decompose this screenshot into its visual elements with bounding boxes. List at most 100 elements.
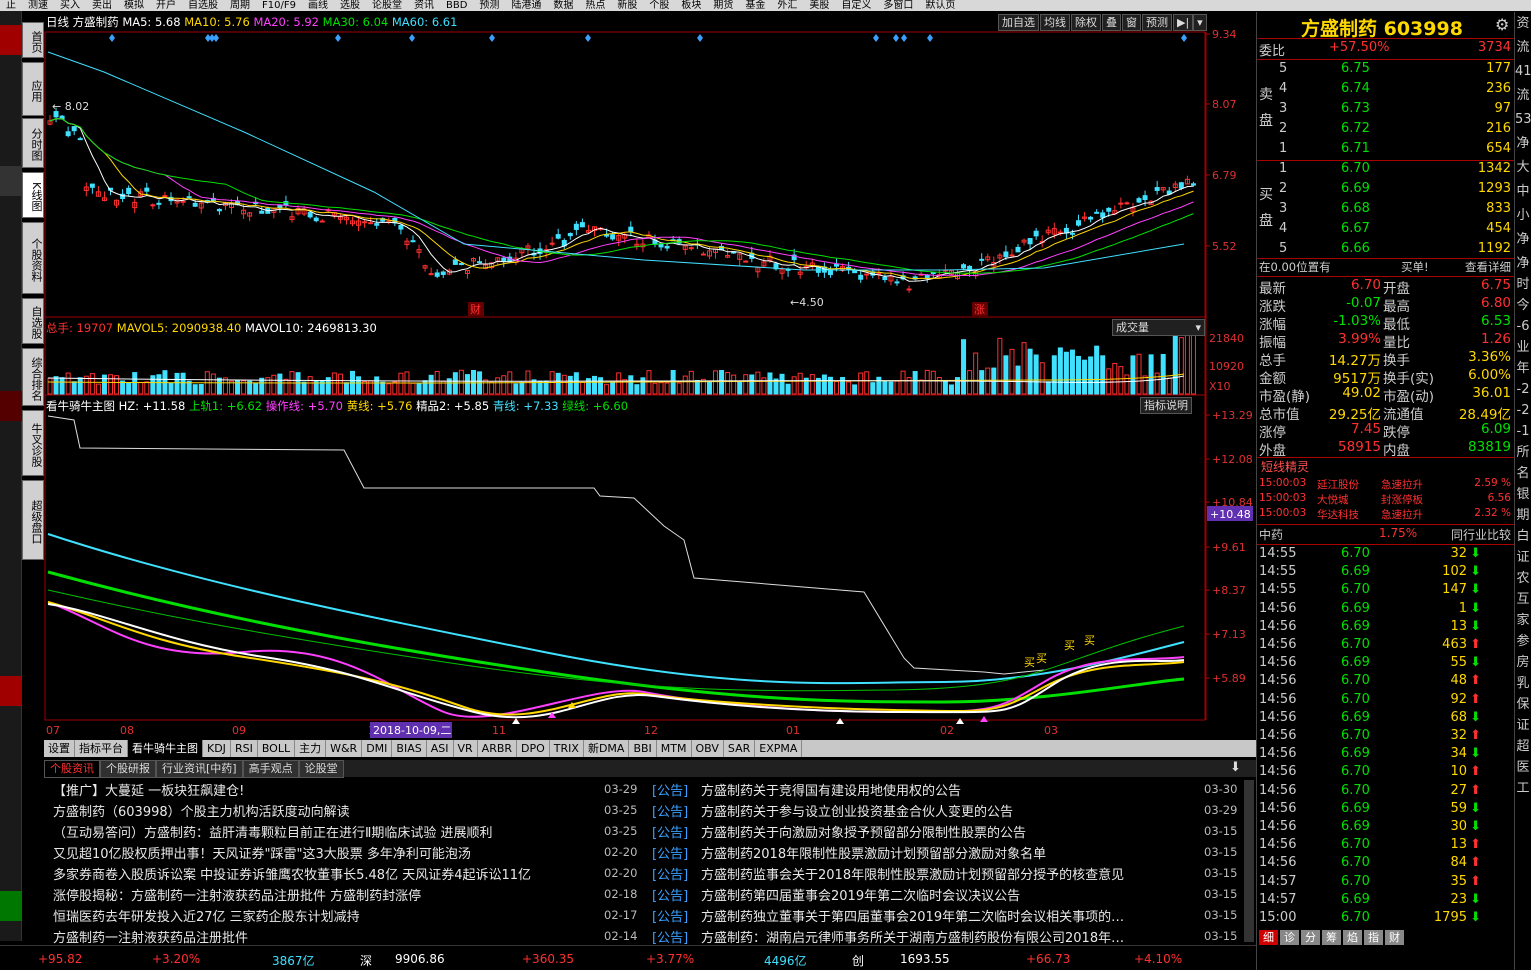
top-menu-item[interactable]: 期货 xyxy=(707,0,739,11)
side-panel-item[interactable]: 证 xyxy=(1515,546,1531,567)
side-panel-item[interactable]: 资 xyxy=(1515,12,1531,36)
quote-bottom-tab[interactable]: 焰 xyxy=(1343,930,1362,945)
indicator-tab[interactable]: VR xyxy=(454,740,478,757)
indicator-tab[interactable]: BBI xyxy=(629,740,657,757)
indicator-tab[interactable]: OBV xyxy=(692,740,724,757)
side-panel-item[interactable]: 参 xyxy=(1515,630,1531,651)
side-panel-item[interactable]: 乳 xyxy=(1515,672,1531,693)
indicator-tab[interactable]: 指标平台 xyxy=(75,740,128,757)
top-menu-item[interactable]: 板块 xyxy=(675,0,707,11)
top-menu-item[interactable]: 多窗口 xyxy=(877,0,919,11)
top-menu-item[interactable]: 测速 xyxy=(22,0,54,11)
indicator-tab[interactable]: TRIX xyxy=(550,740,584,757)
top-menu-item[interactable]: 基金 xyxy=(739,0,771,11)
buy-row[interactable]: 3 6.68 833 xyxy=(1257,201,1515,219)
side-panel-item[interactable]: 中 xyxy=(1515,180,1531,204)
side-panel-item[interactable]: 白 xyxy=(1515,525,1531,546)
top-menu-item[interactable]: 选股 xyxy=(334,0,366,11)
side-panel-item[interactable]: 期 xyxy=(1515,504,1531,525)
top-menu-item[interactable]: F10/F9 xyxy=(256,0,302,11)
indicator-tab[interactable]: EXPMA xyxy=(755,740,803,757)
side-panel-item[interactable]: 小 xyxy=(1515,204,1531,228)
news-item[interactable]: 多家券商卷入股质诉讼案 中投证券诉雏鹰农牧董事长5.48亿 天风证券4起诉讼11… xyxy=(53,864,531,883)
short-title[interactable]: 短线精灵 xyxy=(1261,458,1309,475)
side-tab-0[interactable]: 首页 xyxy=(22,22,44,58)
indicator-tab[interactable]: SAR xyxy=(724,740,756,757)
top-menu-item[interactable]: 卖出 xyxy=(86,0,118,11)
quote-bottom-tab[interactable]: 筹 xyxy=(1322,930,1341,945)
gear-icon[interactable]: ⚙ xyxy=(1495,15,1509,34)
top-menu-item[interactable]: 美股 xyxy=(803,0,835,11)
sell-row[interactable]: 1 6.71 654 xyxy=(1257,141,1515,159)
indicator-tab[interactable]: DPO xyxy=(517,740,550,757)
side-panel-item[interactable]: 超 xyxy=(1515,735,1531,756)
top-menu-item[interactable]: 周期 xyxy=(224,0,256,11)
news-item[interactable]: （互动易答问）方盛制药：益肝清毒颗粒目前正在进行Ⅱ期临床试验 进展顺利 xyxy=(53,822,493,841)
top-menu-item[interactable]: 自定义 xyxy=(835,0,877,11)
news-tab[interactable]: 论股堂 xyxy=(298,760,344,778)
quote-bottom-tab[interactable]: 诊 xyxy=(1280,930,1299,945)
indicator-tab[interactable]: RSI xyxy=(231,740,258,757)
download-icon[interactable]: ⬇ xyxy=(1230,760,1241,775)
side-panel-item[interactable]: 银 xyxy=(1515,483,1531,504)
indicator-tab[interactable]: KDJ xyxy=(203,740,231,757)
indicator-tab[interactable]: 新DMA xyxy=(584,740,630,757)
buy-row[interactable]: 1 6.70 1342 xyxy=(1257,161,1515,179)
left-strip-button[interactable] xyxy=(0,25,22,55)
news-tab[interactable]: 个股资讯 xyxy=(44,760,100,778)
announcement-item[interactable]: 方盛制药第四届董事会2019年第二次临时会议决议公告 xyxy=(701,885,1020,904)
buy-row[interactable]: 2 6.69 1293 xyxy=(1257,181,1515,199)
side-panel-item[interactable]: 流 xyxy=(1515,84,1531,108)
side-tab-2[interactable]: 分时图 xyxy=(22,118,44,168)
buy-row[interactable]: 5 6.66 1192 xyxy=(1257,241,1515,259)
side-panel-item[interactable]: -2 xyxy=(1515,399,1531,420)
side-panel-item[interactable]: 名 xyxy=(1515,462,1531,483)
announcement-item[interactable]: 方盛制药2018年限制性股票激励计划预留部分激励对象名单 xyxy=(701,843,1046,862)
top-menu-item[interactable]: 模拟 xyxy=(118,0,150,11)
side-panel-item[interactable]: 时 xyxy=(1515,273,1531,294)
top-menu-item[interactable]: 预测 xyxy=(473,0,505,11)
indicator-tab[interactable]: ARBR xyxy=(478,740,518,757)
side-panel-item[interactable]: 业 xyxy=(1515,336,1531,357)
announcement-item[interactable]: 方盛制药关于参与设立创业投资基金合伙人变更的公告 xyxy=(701,801,1013,820)
top-menu-item[interactable]: 止 xyxy=(0,0,22,11)
news-item[interactable]: 涨停股揭秘：方盛制药一注射液获药品注册批件 方盛制药封涨停 xyxy=(53,885,421,904)
news-item[interactable]: 恒瑞医药去年研发投入近27亿 三家药企股东计划减持 xyxy=(53,906,360,925)
news-scrollbar[interactable] xyxy=(1244,780,1254,942)
volume-dropdown[interactable]: 成交量 ▾ xyxy=(1112,319,1205,336)
quote-bottom-tab[interactable]: 细 xyxy=(1259,930,1278,945)
quote-bottom-tab[interactable]: 财 xyxy=(1385,930,1404,945)
side-panel-item[interactable]: 家 xyxy=(1515,609,1531,630)
indicator-tab[interactable]: BIAS xyxy=(392,740,427,757)
side-panel-item[interactable]: 今 xyxy=(1515,294,1531,315)
top-menu-item[interactable]: 买入 xyxy=(54,0,86,11)
top-menu-item[interactable]: 新股 xyxy=(611,0,643,11)
indicator-help-button[interactable]: 指标说明 xyxy=(1140,397,1192,414)
side-panel-item[interactable]: 41 xyxy=(1515,60,1531,84)
indicator-tab[interactable]: DMI xyxy=(362,740,393,757)
quote-bottom-tab[interactable]: 分 xyxy=(1301,930,1320,945)
top-menu-item[interactable]: 外汇 xyxy=(771,0,803,11)
detail-link[interactable]: 查看详细 xyxy=(1465,259,1511,275)
side-panel-item[interactable]: -1 xyxy=(1515,420,1531,441)
side-tab-4[interactable]: 个股资料 xyxy=(22,222,44,294)
indicator-tab[interactable]: 主力 xyxy=(295,740,327,757)
quote-bottom-tab[interactable]: 指 xyxy=(1364,930,1383,945)
top-menu-item[interactable]: 默认页 xyxy=(919,0,961,11)
top-menu-item[interactable]: 陆港通 xyxy=(505,0,547,11)
announcement-item[interactable]: 方盛制药关于竞得国有建设用地使用权的公告 xyxy=(701,780,961,799)
top-menu-item[interactable]: 个股 xyxy=(643,0,675,11)
side-panel-item[interactable]: -2 xyxy=(1515,378,1531,399)
top-menu-item[interactable]: 论股堂 xyxy=(366,0,408,11)
side-tab-8[interactable]: 超级盘口 xyxy=(22,480,44,560)
top-menu-item[interactable]: 资讯 xyxy=(408,0,440,11)
side-panel-item[interactable]: 流 xyxy=(1515,36,1531,60)
left-strip-button[interactable] xyxy=(0,166,22,196)
side-panel-item[interactable]: 大 xyxy=(1515,156,1531,180)
left-strip-button[interactable] xyxy=(0,676,22,706)
news-item[interactable]: 又见超10亿股权质押出事！天风证券"踩雷"这3大股票 多年净利可能泡汤 xyxy=(53,843,471,862)
top-menu-item[interactable]: 热点 xyxy=(579,0,611,11)
industry-compare-link[interactable]: 同行业比较 xyxy=(1451,526,1511,543)
side-panel-item[interactable]: 房 xyxy=(1515,651,1531,672)
left-strip-button[interactable] xyxy=(0,891,22,921)
